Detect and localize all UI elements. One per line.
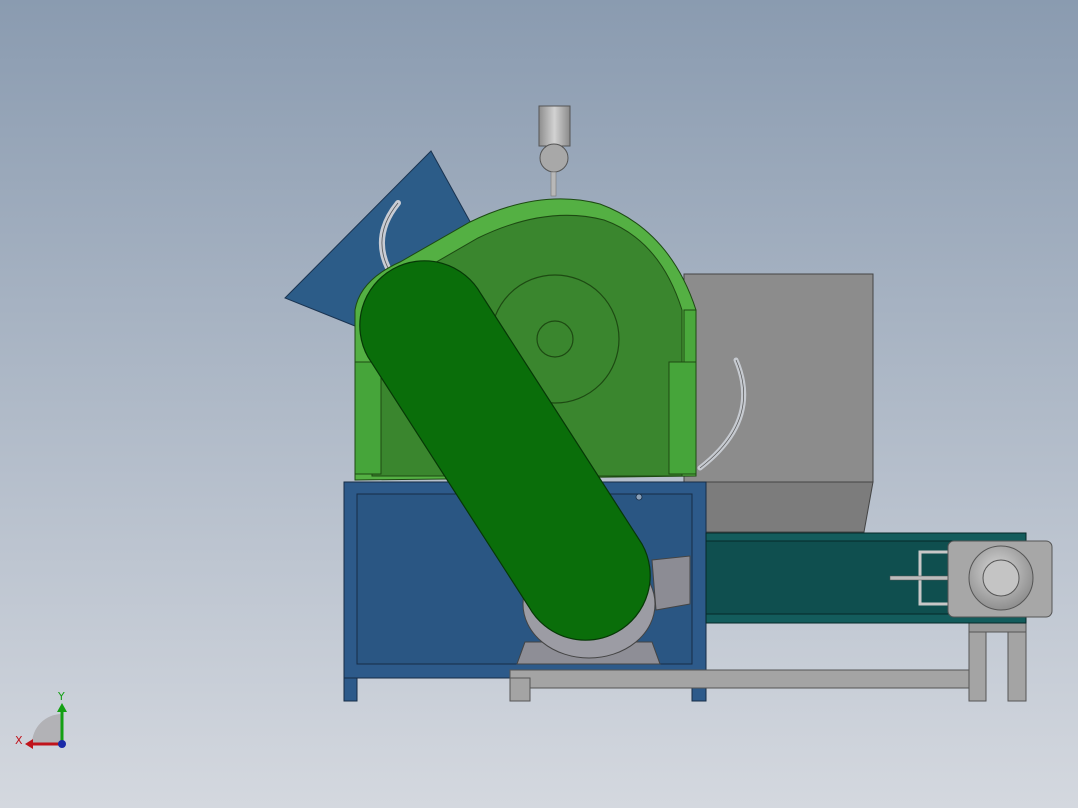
base-frame-bolt bbox=[635, 493, 643, 501]
graphics-viewport[interactable]: X Y bbox=[0, 0, 1078, 808]
conveyor-motor-pulley-hub bbox=[982, 559, 1020, 597]
housing-right-flange bbox=[668, 361, 697, 475]
triad-z-axis bbox=[58, 740, 66, 748]
rotor-hub bbox=[536, 320, 574, 358]
conveyor-stand-base bbox=[509, 677, 531, 702]
housing-left-flange bbox=[354, 361, 382, 475]
triad-y-label: Y bbox=[57, 690, 65, 703]
conveyor-stand-rail bbox=[509, 669, 971, 689]
triad-x-label: X bbox=[15, 734, 23, 747]
discharge-chute-taper bbox=[683, 481, 874, 533]
conveyor-top-lip bbox=[705, 532, 1027, 542]
drive-motor-bracket bbox=[651, 555, 691, 611]
discharge-chute[interactable] bbox=[683, 273, 874, 533]
top-cylinder-knob bbox=[539, 143, 569, 173]
model-scene[interactable]: X Y bbox=[0, 0, 1078, 808]
top-cylinder-rod bbox=[550, 171, 557, 197]
conveyor-tensioner-rod bbox=[889, 575, 949, 581]
conveyor-motor[interactable] bbox=[947, 540, 1053, 618]
base-frame-left-leg bbox=[343, 677, 358, 702]
housing-right-upper-flange bbox=[683, 309, 697, 363]
discharge-chute-body bbox=[683, 273, 874, 483]
top-cylinder bbox=[538, 105, 571, 147]
